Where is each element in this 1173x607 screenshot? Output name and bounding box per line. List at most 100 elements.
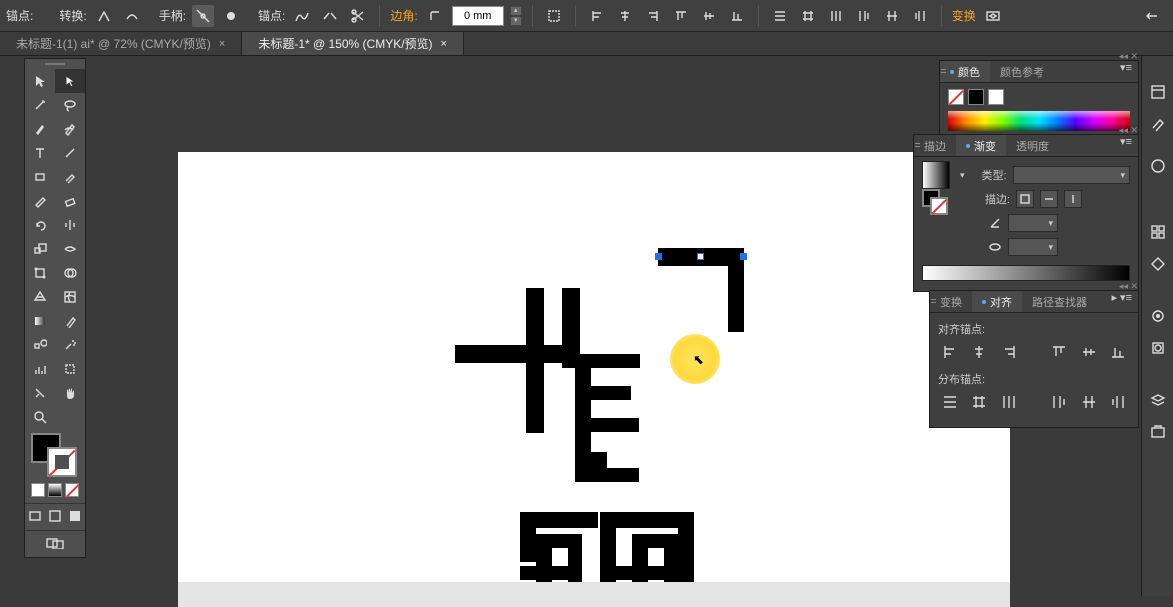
perspective-tool[interactable]: [25, 285, 55, 309]
artboard-tool[interactable]: [55, 357, 85, 381]
lasso-tool[interactable]: [55, 93, 85, 117]
panel-menu-icon[interactable]: ▾≡: [1114, 135, 1138, 156]
anchor-handle[interactable]: [655, 253, 662, 260]
screen-mode-present[interactable]: [69, 508, 81, 524]
magic-wand-tool[interactable]: [25, 93, 55, 117]
zoom-tool[interactable]: [25, 405, 55, 429]
screen-mode-full[interactable]: [49, 508, 61, 524]
dock-graphic-styles-icon[interactable]: [1142, 334, 1173, 362]
align-bottom-button[interactable]: [726, 5, 748, 27]
tab-doc-2[interactable]: 未标题-1* @ 150% (CMYK/预览) ×: [242, 32, 464, 55]
color-mode-button[interactable]: [31, 483, 45, 497]
connect-anchor-button[interactable]: [319, 5, 341, 27]
anchor-handle[interactable]: [697, 253, 704, 260]
corner-spinner[interactable]: ▴▾: [510, 6, 522, 26]
column-graph-tool[interactable]: [25, 357, 55, 381]
reflect-tool[interactable]: [55, 213, 85, 237]
pencil-tool[interactable]: [25, 189, 55, 213]
panel-menu-icon[interactable]: ▸ ▾≡: [1105, 291, 1138, 312]
gradient-slider[interactable]: [922, 265, 1130, 281]
white-swatch[interactable]: [988, 89, 1004, 105]
tab-align[interactable]: 对齐: [972, 291, 1022, 312]
panel-collapse-icon[interactable]: ◂◂ ✕: [1119, 125, 1138, 136]
dock-swatches-icon[interactable]: [1142, 218, 1173, 246]
line-tool[interactable]: [55, 141, 85, 165]
paintbrush-tool[interactable]: [55, 165, 85, 189]
tab-transparency[interactable]: 透明度: [1006, 135, 1059, 156]
dock-appearance-icon[interactable]: [1142, 302, 1173, 330]
collapse-toolbar-button[interactable]: [1141, 5, 1163, 27]
shape-builder-tool[interactable]: [55, 261, 85, 285]
symbol-sprayer-tool[interactable]: [55, 333, 85, 357]
anchor-dist-right[interactable]: [1107, 391, 1130, 413]
eyedropper-tool[interactable]: [55, 309, 85, 333]
panel-menu-icon[interactable]: ▾≡: [1114, 61, 1138, 82]
dist-vcenter-button[interactable]: [797, 5, 819, 27]
anchor-align-vcenter[interactable]: [1077, 341, 1100, 363]
angle-select[interactable]: [1008, 214, 1058, 232]
anchor-align-right[interactable]: [997, 341, 1020, 363]
scale-tool[interactable]: [25, 237, 55, 261]
spectrum-picker[interactable]: [948, 111, 1130, 131]
panel-collapse-icon[interactable]: ◂◂ ✕: [1119, 51, 1138, 62]
dist-right-button[interactable]: [909, 5, 931, 27]
anchor-dist-top[interactable]: [938, 391, 961, 413]
dock-brushes-icon[interactable]: [1142, 110, 1173, 138]
hand-tool[interactable]: [55, 381, 85, 405]
dock-symbols-icon[interactable]: [1142, 250, 1173, 278]
dock-assets-icon[interactable]: [1142, 418, 1173, 446]
corner-radius-input[interactable]: 0 mm: [452, 6, 504, 26]
dock-layers-icon[interactable]: [1142, 386, 1173, 414]
dist-left-button[interactable]: [853, 5, 875, 27]
artboard[interactable]: [178, 152, 1010, 607]
anchor-align-top[interactable]: [1048, 341, 1071, 363]
aspect-select[interactable]: [1008, 238, 1058, 256]
stroke-within-button[interactable]: [1016, 190, 1034, 208]
tab-color-guide[interactable]: 颜色参考: [990, 61, 1054, 82]
anchor-handle[interactable]: [740, 253, 747, 260]
panel-collapse-icon[interactable]: ◂◂ ✕: [1119, 281, 1138, 292]
screen-mode-normal[interactable]: [29, 508, 41, 524]
align-right-button[interactable]: [642, 5, 664, 27]
curvature-tool[interactable]: [55, 117, 85, 141]
cut-anchor-button[interactable]: [347, 5, 369, 27]
stroke-swatch[interactable]: [47, 447, 77, 477]
bounds-toggle-button[interactable]: [543, 5, 565, 27]
rectangle-tool[interactable]: [25, 165, 55, 189]
tab-gradient[interactable]: 渐变: [956, 135, 1006, 156]
gradient-tool[interactable]: [25, 309, 55, 333]
anchor-align-bottom[interactable]: [1107, 341, 1130, 363]
dock-cloud-icon[interactable]: [1142, 152, 1173, 180]
free-transform-tool[interactable]: [25, 261, 55, 285]
dist-top-button[interactable]: [769, 5, 791, 27]
align-left-button[interactable]: [586, 5, 608, 27]
black-swatch[interactable]: [968, 89, 984, 105]
rotate-tool[interactable]: [25, 213, 55, 237]
none-mode-button[interactable]: [65, 483, 79, 497]
isolate-button[interactable]: [982, 5, 1004, 27]
anchor-align-left[interactable]: [938, 341, 961, 363]
stroke-across-button[interactable]: [1064, 190, 1082, 208]
width-tool[interactable]: [55, 237, 85, 261]
anchor-dist-left[interactable]: [1048, 391, 1071, 413]
type-tool[interactable]: [25, 141, 55, 165]
close-icon[interactable]: ×: [441, 38, 447, 50]
gradient-fill-stroke-swatch[interactable]: [922, 189, 948, 215]
remove-anchor-button[interactable]: [291, 5, 313, 27]
gradient-mode-button[interactable]: [48, 483, 62, 497]
convert-smooth-button[interactable]: [121, 5, 143, 27]
anchor-align-hcenter[interactable]: [967, 341, 990, 363]
anchor-dist-bottom[interactable]: [997, 391, 1020, 413]
dist-bottom-button[interactable]: [825, 5, 847, 27]
slice-tool[interactable]: [25, 381, 55, 405]
convert-corner-button[interactable]: [93, 5, 115, 27]
direct-selection-tool[interactable]: [55, 69, 85, 93]
tab-doc-1[interactable]: 未标题-1(1) ai* @ 72% (CMYK/预览) ×: [0, 32, 242, 55]
gradient-type-select[interactable]: [1013, 166, 1130, 184]
gradient-preview[interactable]: [922, 161, 950, 189]
tab-pathfinder[interactable]: 路径查找器: [1022, 291, 1097, 312]
fill-stroke-swatches[interactable]: [25, 429, 85, 479]
eraser-tool[interactable]: [55, 189, 85, 213]
handle-hide-button[interactable]: [220, 5, 242, 27]
anchor-dist-hcenter[interactable]: [1077, 391, 1100, 413]
